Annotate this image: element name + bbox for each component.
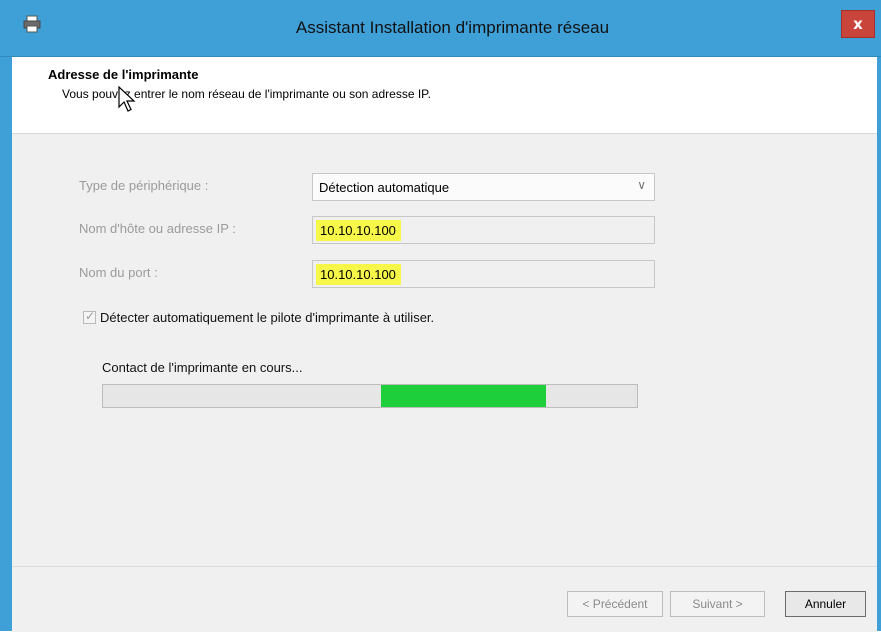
- port-value: 10.10.10.100: [316, 264, 401, 285]
- autodetect-checkbox[interactable]: ✓: [83, 309, 96, 324]
- previous-button[interactable]: < Précédent: [567, 591, 663, 617]
- port-input[interactable]: 10.10.10.100: [312, 260, 655, 288]
- chevron-down-icon: ∨: [637, 178, 646, 192]
- wizard-header: Adresse de l'imprimante Vous pouvez entr…: [12, 57, 877, 134]
- cancel-button[interactable]: Annuler: [785, 591, 866, 617]
- checkmark-icon: ✓: [85, 309, 96, 323]
- port-label: Nom du port :: [79, 265, 158, 280]
- page-title: Adresse de l'imprimante: [48, 67, 199, 82]
- hostname-input[interactable]: 10.10.10.100: [312, 216, 655, 244]
- next-button[interactable]: Suivant >: [670, 591, 765, 617]
- progress-indicator: [380, 385, 547, 407]
- window-title: Assistant Installation d'imprimante rése…: [295, 18, 610, 37]
- mouse-cursor-icon: [118, 86, 136, 112]
- wizard-body: Type de périphérique : Détection automat…: [12, 134, 877, 566]
- wizard-footer: < Précédent Suivant > Annuler: [12, 566, 877, 632]
- status-text: Contact de l'imprimante en cours...: [102, 360, 303, 375]
- device-type-value: Détection automatique: [319, 180, 450, 195]
- hostname-value: 10.10.10.100: [316, 220, 401, 241]
- window-frame-right: [877, 0, 881, 631]
- window-frame-left: [0, 0, 12, 631]
- close-button[interactable]: x: [841, 10, 875, 38]
- device-type-select[interactable]: Détection automatique ∨: [312, 173, 655, 201]
- device-type-label: Type de périphérique :: [79, 178, 209, 193]
- hostname-label: Nom d'hôte ou adresse IP :: [79, 221, 236, 236]
- autodetect-label: Détecter automatiquement le pilote d'imp…: [100, 310, 435, 325]
- progress-bar: [102, 384, 638, 408]
- title-bar[interactable]: Assistant Installation d'imprimante rése…: [0, 0, 881, 57]
